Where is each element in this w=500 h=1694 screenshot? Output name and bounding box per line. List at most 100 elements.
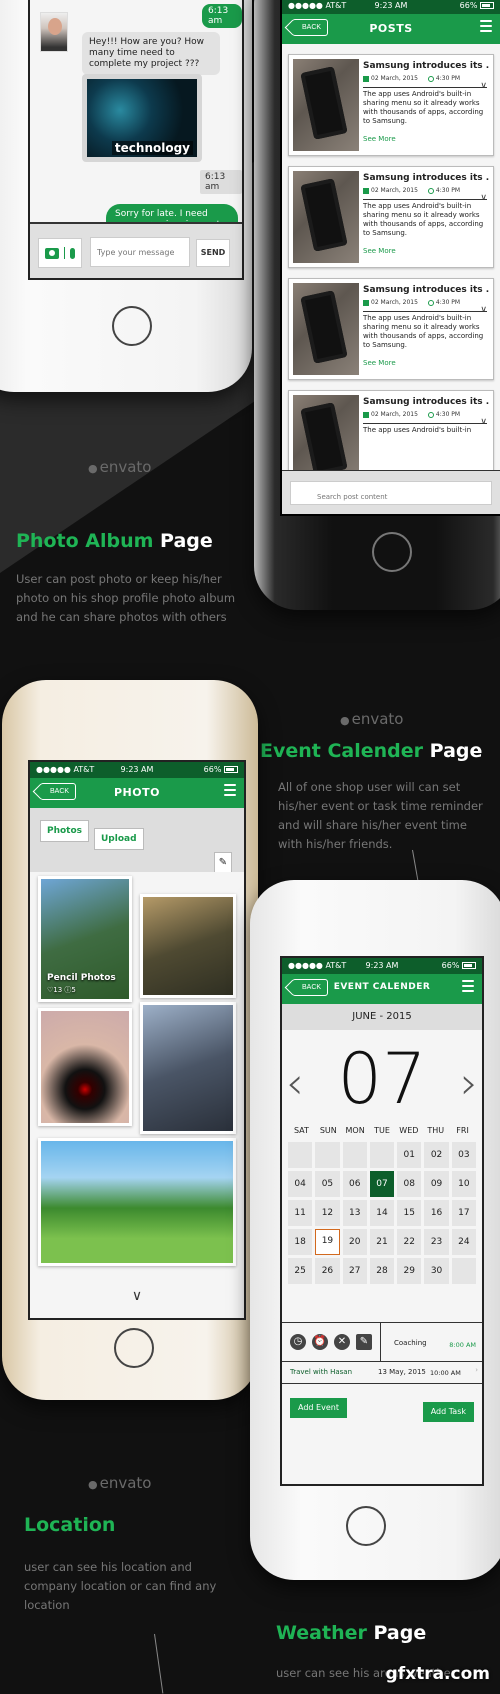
post-card[interactable]: Samsung introduces its ...... 02 March, …	[288, 166, 494, 268]
calendar-day[interactable]: 13	[342, 1200, 367, 1226]
calendar-day[interactable]: 29	[397, 1258, 422, 1284]
album-tile[interactable]: Pencil Photos ♡13 ⓘ5	[38, 876, 132, 1002]
post-meta: 02 March, 2015 4:30 PM	[363, 299, 460, 306]
edit-icon[interactable]: ✎	[356, 1334, 372, 1350]
post-meta: 02 March, 2015 4:30 PM	[363, 411, 460, 418]
edit-button[interactable]: ✎	[214, 852, 232, 874]
weekday-label: THU	[427, 1126, 445, 1135]
site-watermark: gfxtra.com	[385, 1664, 490, 1684]
alarm-icon[interactable]: ⏰	[312, 1334, 328, 1350]
calendar-day[interactable]: 14	[369, 1200, 395, 1226]
battery-percent: 66%	[203, 765, 222, 774]
envato-watermark: envato	[340, 710, 404, 728]
menu-icon[interactable]	[224, 784, 236, 798]
calendar-day[interactable]: 09	[424, 1171, 449, 1197]
calendar-day[interactable]: 19	[315, 1229, 340, 1255]
post-title[interactable]: Samsung introduces its ......	[363, 61, 489, 71]
post-card[interactable]: Samsung introduces its ...... 02 March, …	[288, 54, 494, 156]
calendar-day[interactable]: 28	[369, 1258, 395, 1284]
calendar-day[interactable]: 01	[397, 1142, 422, 1168]
tab-upload[interactable]: Upload	[94, 828, 144, 850]
message-input[interactable]	[90, 237, 190, 267]
calendar-day[interactable]: 03	[451, 1142, 476, 1168]
home-button[interactable]	[346, 1506, 386, 1546]
home-button[interactable]	[114, 1328, 154, 1368]
chevron-down-icon[interactable]: ∨	[30, 1288, 244, 1304]
page-title: PHOTO	[114, 786, 160, 799]
calendar-day[interactable]: 30	[424, 1258, 449, 1284]
calendar-day[interactable]: 25	[288, 1258, 313, 1284]
post-title[interactable]: Samsung introduces its ......	[363, 397, 489, 407]
menu-icon[interactable]	[480, 20, 492, 34]
chevron-right-icon[interactable]: ›	[475, 1366, 478, 1374]
calendar-day[interactable]: 02	[424, 1142, 449, 1168]
calendar-day[interactable]: 21	[369, 1229, 395, 1255]
calendar-screen: ●●●●● AT&T 9:23 AM 66% BACK EVENT CALEND…	[280, 956, 484, 1486]
calendar-day[interactable]: 12	[315, 1200, 340, 1226]
divider	[363, 199, 487, 200]
calendar-day[interactable]: 11	[288, 1200, 313, 1226]
post-title[interactable]: Samsung introduces its ......	[363, 285, 489, 295]
photo-phone: ●●●●● AT&T 9:23 AM 66% BACK PHOTO Photos…	[2, 680, 258, 1400]
calendar-day[interactable]: 26	[315, 1258, 340, 1284]
album-tile[interactable]	[140, 894, 236, 998]
home-button[interactable]	[112, 306, 152, 346]
add-task-button[interactable]: Add Task	[422, 1402, 474, 1422]
calendar-day[interactable]: 20	[342, 1229, 367, 1255]
post-card[interactable]: Samsung introduces its ...... 02 March, …	[288, 278, 494, 380]
close-icon[interactable]: ✕	[334, 1334, 350, 1350]
clock-icon	[427, 75, 434, 82]
app-header: BACK EVENT CALENDER	[282, 974, 482, 1004]
upcoming-time: 8:00 AM	[449, 1341, 476, 1349]
envato-watermark: envato	[88, 1474, 152, 1492]
album-tile[interactable]	[38, 1008, 132, 1126]
calendar-day[interactable]: 17	[451, 1200, 476, 1226]
post-title[interactable]: Samsung introduces its ......	[363, 173, 489, 183]
tab-photos[interactable]: Photos	[40, 820, 90, 842]
post-thumbnail	[293, 283, 359, 375]
calendar-empty-cell	[342, 1142, 367, 1168]
heading-green: Photo Album	[16, 530, 154, 552]
chat-phone: 6:13 am Hey!!! How are you? How many tim…	[0, 0, 252, 392]
calendar-day[interactable]: 06	[342, 1171, 367, 1197]
search-input[interactable]	[290, 481, 492, 505]
see-more-link[interactable]: See More	[363, 135, 396, 143]
next-arrow-icon[interactable]: ›	[460, 1058, 478, 1109]
calendar-day[interactable]: 24	[451, 1229, 476, 1255]
calendar-icon	[363, 187, 369, 194]
album-tile[interactable]	[38, 1138, 236, 1266]
post-body: The app uses Android's built-in sharing …	[363, 314, 484, 349]
calendar-day[interactable]: 27	[342, 1258, 367, 1284]
clock-icon	[427, 299, 434, 306]
calendar-day[interactable]: 22	[397, 1229, 422, 1255]
calendar-day[interactable]: 04	[288, 1171, 313, 1197]
calendar-day[interactable]: 10	[451, 1171, 476, 1197]
page-title: EVENT CALENDER	[333, 982, 431, 992]
see-more-link[interactable]: See More	[363, 247, 396, 255]
home-button[interactable]	[372, 532, 412, 572]
image-message[interactable]: technology	[82, 74, 202, 162]
selected-day: 07	[337, 1038, 427, 1120]
clock-icon	[427, 411, 434, 418]
calendar-day[interactable]: 18	[288, 1229, 313, 1255]
calendar-day[interactable]: 23	[424, 1229, 449, 1255]
heading-white: Page	[373, 1622, 427, 1644]
calendar-day[interactable]: 08	[397, 1171, 422, 1197]
divider	[64, 247, 65, 259]
calendar-day[interactable]: 15	[397, 1200, 422, 1226]
see-more-link[interactable]: See More	[363, 359, 396, 367]
app-header: BACK POSTS	[282, 14, 500, 44]
menu-icon[interactable]	[462, 980, 474, 994]
clock-icon[interactable]: ◷	[290, 1334, 306, 1350]
event-row[interactable]: Travel with Hasan 13 May, 2015 10:00 AM …	[282, 1362, 482, 1384]
camera-icon[interactable]	[45, 247, 59, 259]
photo-screen: ●●●●● AT&T 9:23 AM 66% BACK PHOTO Photos…	[28, 760, 246, 1320]
calendar-day[interactable]: 16	[424, 1200, 449, 1226]
send-button[interactable]: SEND	[196, 239, 230, 267]
album-tile[interactable]	[140, 1002, 236, 1134]
microphone-icon[interactable]	[70, 247, 75, 259]
event-tools: ◷ ⏰ ✕ ✎ Coaching 8:00 AM	[282, 1322, 482, 1362]
calendar-day[interactable]: 05	[315, 1171, 340, 1197]
add-event-button[interactable]: Add Event	[290, 1398, 347, 1418]
calendar-day[interactable]: 07	[369, 1171, 395, 1197]
